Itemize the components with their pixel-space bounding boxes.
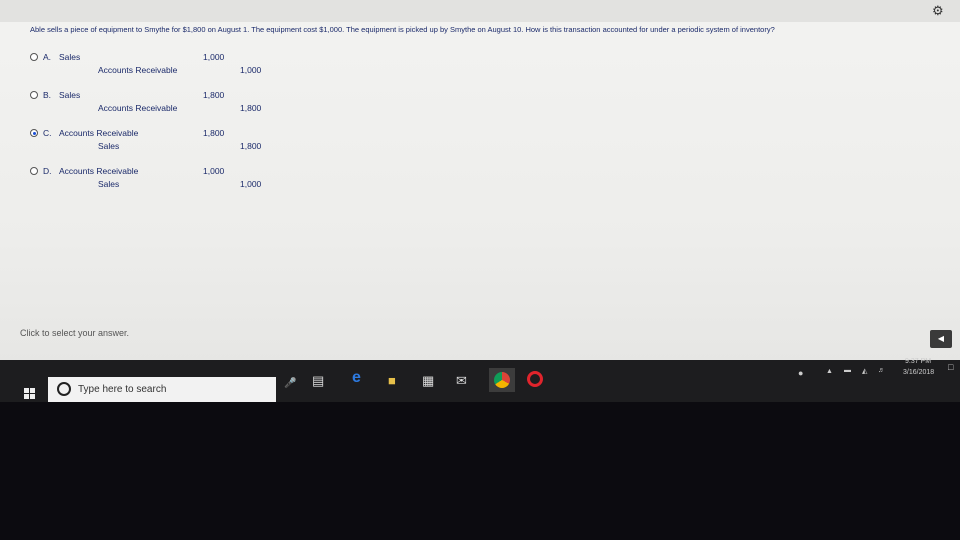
option-d[interactable]: D. Accounts Receivable Sales 1,000 1,000	[28, 164, 288, 202]
wifi-icon[interactable]: ◭	[862, 367, 867, 375]
credit-amount: 1,000	[240, 179, 262, 189]
debit-amount: 1,800	[203, 128, 225, 138]
task-view-icon[interactable]: ▤	[312, 373, 324, 389]
credit-account: Sales	[98, 179, 120, 189]
opera-icon[interactable]	[527, 371, 543, 387]
credit-account: Accounts Receivable	[98, 65, 178, 75]
debit-account: Sales	[59, 52, 81, 62]
search-placeholder: Type here to search	[78, 384, 167, 395]
option-c[interactable]: C. Accounts Receivable Sales 1,800 1,800	[28, 126, 288, 164]
store-icon[interactable]: ▦	[422, 373, 434, 389]
debit-account: Accounts Receivable	[59, 166, 139, 176]
option-letter: B.	[43, 90, 52, 100]
app-window: ⚙ Able sells a piece of equipment to Smy…	[0, 0, 960, 402]
instruction-text: Click to select your answer.	[20, 328, 130, 338]
radio-button-selected[interactable]	[30, 129, 38, 137]
chevron-up-icon[interactable]: ▲	[826, 368, 833, 375]
question-text: Able sells a piece of equipment to Smyth…	[30, 25, 775, 34]
credit-account: Sales	[98, 141, 120, 151]
cortana-icon	[57, 382, 71, 396]
debit-account: Sales	[59, 90, 81, 100]
debit-amount: 1,000	[203, 52, 225, 62]
microphone-icon[interactable]: 🎤	[284, 378, 296, 389]
option-letter: D.	[43, 166, 52, 176]
folder-icon[interactable]: ■	[388, 373, 396, 388]
debit-account: Accounts Receivable	[59, 128, 139, 138]
notification-icon[interactable]: □	[948, 362, 953, 372]
credit-amount: 1,000	[240, 65, 262, 75]
credit-account: Accounts Receivable	[98, 103, 178, 113]
back-button[interactable]: ◀	[930, 330, 952, 348]
radio-button[interactable]	[30, 91, 38, 99]
clock-date[interactable]: 3/16/2018	[903, 369, 934, 376]
windows-icon[interactable]	[24, 388, 36, 400]
edge-icon[interactable]: e	[352, 369, 361, 387]
credit-amount: 1,800	[240, 103, 262, 113]
option-letter: C.	[43, 128, 52, 138]
battery-icon[interactable]: ▬	[844, 367, 851, 374]
search-box[interactable]: Type here to search	[48, 377, 276, 402]
taskbar: Type here to search 🎤 ▤ e ■ ▦ ✉ ● ▲ ▬ ◭ …	[0, 358, 960, 402]
credit-amount: 1,800	[240, 141, 262, 151]
answer-options: A. Sales Accounts Receivable 1,000 1,000…	[28, 50, 288, 202]
volume-icon[interactable]: ♬	[878, 367, 885, 374]
people-icon[interactable]: ●	[798, 368, 803, 378]
option-b[interactable]: B. Sales Accounts Receivable 1,800 1,800	[28, 88, 288, 126]
debit-amount: 1,000	[203, 166, 225, 176]
option-letter: A.	[43, 52, 52, 62]
toolbar: ⚙	[0, 0, 960, 22]
radio-button[interactable]	[30, 53, 38, 61]
mail-icon[interactable]: ✉	[456, 373, 467, 389]
gear-icon[interactable]: ⚙	[932, 3, 944, 19]
radio-button[interactable]	[30, 167, 38, 175]
chrome-icon[interactable]	[489, 368, 515, 392]
option-a[interactable]: A. Sales Accounts Receivable 1,000 1,000	[28, 50, 288, 88]
debit-amount: 1,800	[203, 90, 225, 100]
back-arrow-icon: ◀	[937, 334, 945, 343]
clock-time[interactable]: 9:37 PM	[905, 358, 931, 365]
